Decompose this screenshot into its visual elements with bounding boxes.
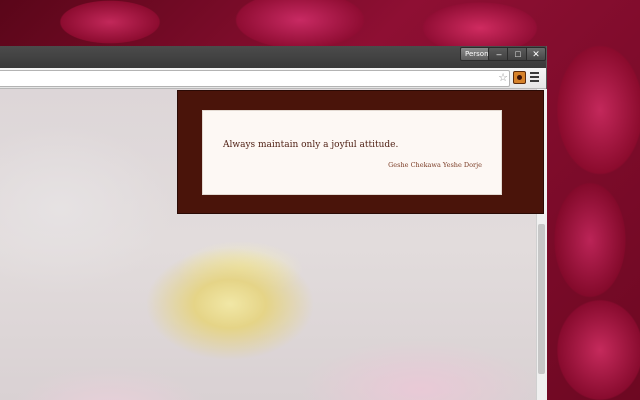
title-bar[interactable]: Person 1 – □ ✕ [0,46,546,68]
extension-icon[interactable] [513,71,526,84]
scrollbar-thumb[interactable] [538,224,545,374]
address-bar[interactable] [0,70,510,87]
quote-text: Always maintain only a joyful attitude. [223,140,399,150]
close-button[interactable]: ✕ [526,47,546,61]
extension-popup: Always maintain only a joyful attitude. … [177,90,544,214]
browser-toolbar: ☆ [0,68,546,89]
star-icon[interactable]: ☆ [497,72,509,84]
hamburger-menu-icon[interactable] [530,72,540,84]
quote-author: Geshe Chekawa Yeshe Dorje [388,161,482,169]
quote-card: Always maintain only a joyful attitude. … [202,110,502,195]
